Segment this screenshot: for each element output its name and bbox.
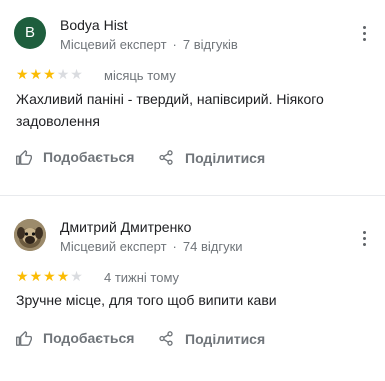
review-count: 7 відгуків: [182, 37, 238, 52]
review-count: 74 відгуки: [182, 239, 243, 254]
star-icon: ★: [70, 268, 83, 284]
share-label: Поділитися: [185, 330, 266, 347]
star-icon: ★: [56, 268, 70, 284]
review-card: B Bodya Hist Місцевий експерт · 7 відгуків…: [0, 0, 385, 196]
avatar[interactable]: [14, 219, 46, 251]
star-icon: ★: [43, 66, 56, 82]
review-text: Жахливий паніні - твердий, напівсирий. Н…: [16, 91, 324, 129]
review-author-meta: Місцевий експерт · 7 відгуків: [60, 37, 238, 52]
like-button[interactable]: Подобається: [16, 149, 134, 165]
review-divider: [0, 195, 385, 196]
avatar[interactable]: B: [14, 17, 46, 49]
star-rating: ★ ★ ★ ★ ★: [16, 67, 83, 81]
share-button[interactable]: Поділитися: [158, 149, 265, 166]
meta-separator: ·: [172, 37, 177, 52]
review-text: Зручне місце, для того щоб випити кави: [16, 292, 277, 308]
meta-separator: ·: [172, 239, 177, 254]
thumb-up-icon: [16, 330, 32, 346]
star-icon: ★: [70, 66, 83, 82]
star-icon: ★: [16, 268, 29, 284]
star-icon: ★: [56, 66, 70, 82]
review-author-name[interactable]: Bodya Hist: [60, 17, 128, 33]
star-rating: ★ ★ ★ ★ ★: [16, 269, 83, 283]
review-author-meta: Місцевий експерт · 74 відгуки: [60, 239, 243, 254]
star-icon: ★: [43, 268, 56, 284]
more-options-button[interactable]: [357, 230, 373, 248]
thumb-up-icon: [16, 149, 32, 165]
local-guide-badge: Місцевий експерт: [60, 37, 167, 52]
like-label: Подобається: [43, 330, 135, 346]
review-time: місяць тому: [104, 68, 176, 83]
review-time: 4 тижні тому: [104, 270, 180, 285]
share-icon: [159, 331, 173, 346]
star-icon: ★: [16, 66, 29, 82]
share-label: Поділитися: [185, 149, 266, 166]
local-guide-badge: Місцевий експерт: [60, 239, 167, 254]
share-button[interactable]: Поділитися: [158, 330, 265, 347]
like-button[interactable]: Подобається: [16, 330, 134, 346]
star-icon: ★: [29, 66, 43, 82]
like-label: Подобається: [43, 149, 135, 165]
user-photo: [14, 219, 46, 251]
review-card: Дмитрий Дмитренко Місцевий експерт · 74 ві…: [0, 197, 385, 381]
review-author-name[interactable]: Дмитрий Дмитренко: [60, 219, 191, 235]
star-icon: ★: [29, 268, 43, 284]
more-options-button[interactable]: [357, 25, 373, 43]
share-icon: [159, 150, 173, 165]
